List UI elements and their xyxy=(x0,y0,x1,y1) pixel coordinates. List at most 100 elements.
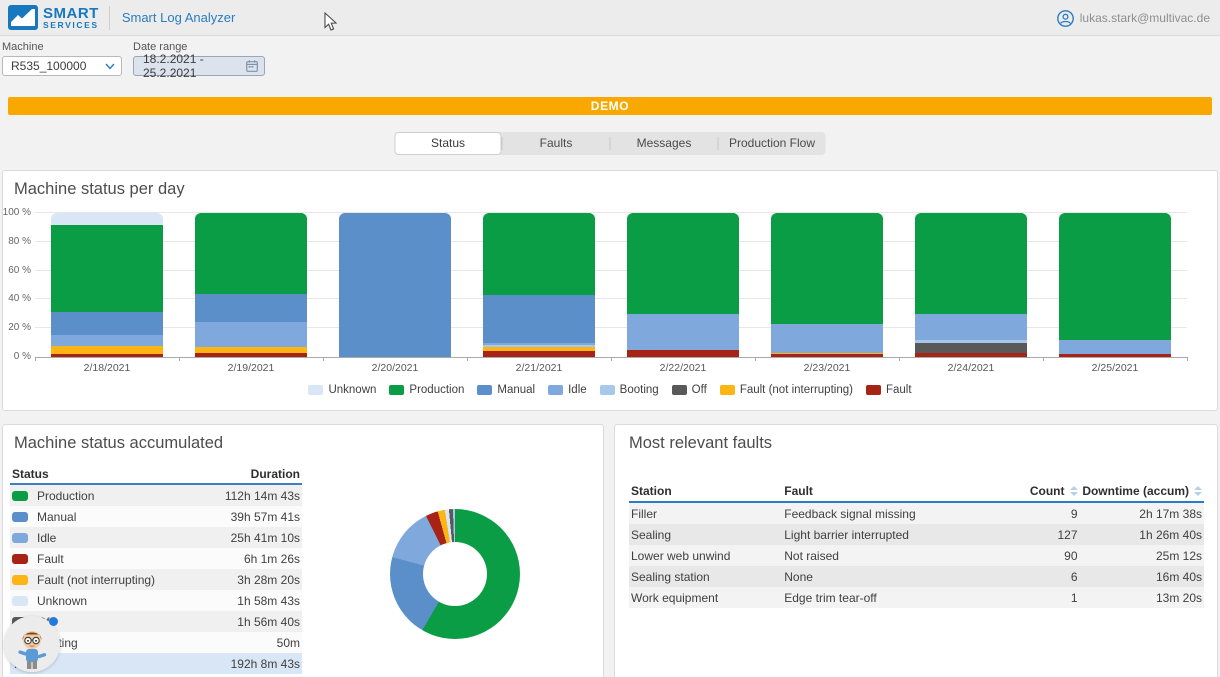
legend-label: Unknown xyxy=(328,384,376,396)
legend-item-Idle: Idle xyxy=(548,384,587,396)
bar-segment-Idle[interactable] xyxy=(627,314,739,350)
bar-segment-Idle[interactable] xyxy=(51,335,163,345)
bar-segment-Manual[interactable] xyxy=(195,294,307,323)
bar-segment-Production[interactable] xyxy=(627,213,739,314)
tab-production-flow[interactable]: Production Flow xyxy=(719,133,826,154)
fault-station: Lower web unwind xyxy=(629,549,784,563)
demo-banner: DEMO xyxy=(8,97,1212,115)
bar-segment-Production[interactable] xyxy=(1059,213,1171,340)
legend-swatch xyxy=(866,385,881,395)
tab-faults[interactable]: Faults xyxy=(503,133,610,154)
x-axis-tick xyxy=(467,357,468,361)
x-axis-labels: 2/18/20212/19/20212/20/20212/21/20212/22… xyxy=(35,362,1187,374)
fault-downtime: 16m 40s xyxy=(1078,570,1205,584)
machine-select[interactable]: R535_100000 xyxy=(2,56,122,76)
y-axis: 0 %20 %40 %60 %80 %100 % xyxy=(3,213,31,357)
bar-segment-Fault[interactable] xyxy=(627,350,739,357)
stacked-bar-plot xyxy=(35,213,1187,357)
x-axis-tick xyxy=(35,357,36,361)
status-donut-chart[interactable] xyxy=(390,509,520,639)
fault-count: 9 xyxy=(1014,507,1077,521)
fault-downtime: 2h 17m 38s xyxy=(1078,507,1205,521)
x-tick-label: 2/25/2021 xyxy=(1043,362,1187,374)
legend-swatch xyxy=(720,385,735,395)
fault-row-Lower web unwind: Lower web unwindNot raised9025m 12s xyxy=(629,545,1204,566)
bar-group-2/24/2021 xyxy=(899,213,1043,357)
bar-segment-Idle[interactable] xyxy=(195,322,307,346)
brand-logo[interactable]: SMART SERVICES xyxy=(8,5,99,30)
status-name: Manual xyxy=(37,510,76,524)
bar-segment-Fault[interactable] xyxy=(195,353,307,357)
status-duration: 50m xyxy=(277,636,302,650)
x-tick-label: 2/23/2021 xyxy=(755,362,899,374)
status-row-Manual: Manual39h 57m 41s xyxy=(10,506,302,527)
bar-segment-Production[interactable] xyxy=(915,213,1027,314)
status-name: Production xyxy=(37,489,94,503)
bar-group-2/19/2021 xyxy=(179,213,323,357)
y-tick-label: 0 % xyxy=(14,351,31,362)
station-column-header: Station xyxy=(629,484,784,498)
status-row-Fault: Fault6h 1m 26s xyxy=(10,548,302,569)
x-axis-tick xyxy=(1187,357,1188,361)
bar-group-2/25/2021 xyxy=(1043,213,1187,357)
count-column-header-sortable[interactable]: Count xyxy=(1014,484,1077,498)
brand-wordmark: SMART SERVICES xyxy=(43,6,99,30)
status-name: Fault (not interrupting) xyxy=(37,573,155,587)
bar-segment-Production[interactable] xyxy=(771,213,883,324)
status-swatch xyxy=(12,491,28,501)
status-swatch xyxy=(12,533,28,543)
bar-segment-Fault[interactable] xyxy=(51,354,163,357)
bar-segment-Off[interactable] xyxy=(915,343,1027,353)
bar-segment-Production[interactable] xyxy=(51,225,163,313)
legend-item-Off: Off xyxy=(672,384,707,396)
tab-messages[interactable]: Messages xyxy=(611,133,718,154)
status-duration: 6h 1m 26s xyxy=(244,552,302,566)
tab-status[interactable]: Status xyxy=(395,132,502,155)
fault-count: 6 xyxy=(1014,570,1077,584)
chatbot-assistant-button[interactable] xyxy=(4,616,60,672)
fault-count: 1 xyxy=(1014,591,1077,605)
bar-segment-Production[interactable] xyxy=(195,213,307,294)
bar-segment-Fault[interactable] xyxy=(771,354,883,357)
bar-segment-Idle[interactable] xyxy=(915,314,1027,340)
bar-group-2/20/2021 xyxy=(323,213,467,357)
date-range-input[interactable]: 18.2.2021 - 25.2.2021 xyxy=(133,56,265,76)
fault-station: Filler xyxy=(629,507,784,521)
smart-log-analyzer-app: SMART SERVICES Smart Log Analyzer lukas.… xyxy=(0,0,1220,677)
status-column-header: Status xyxy=(10,467,251,481)
view-tabs: Status Faults Messages Production Flow xyxy=(395,132,826,155)
bar-segment-Idle[interactable] xyxy=(1059,340,1171,354)
bar-segment-Manual[interactable] xyxy=(339,213,451,357)
chevron-down-icon xyxy=(105,63,115,70)
bar-segment-Manual[interactable] xyxy=(483,295,595,343)
x-axis-tick xyxy=(755,357,756,361)
user-account[interactable]: lukas.stark@multivac.de xyxy=(1057,0,1210,36)
x-axis-tick xyxy=(611,357,612,361)
app-title-link[interactable]: Smart Log Analyzer xyxy=(122,10,235,25)
faults-header-row: Station Fault Count Downtime (accum) xyxy=(629,481,1204,503)
fault-description: Light barrier interrupted xyxy=(784,528,1014,542)
machine-status-accumulated-card: Machine status accumulated Status Durati… xyxy=(2,424,604,677)
downtime-column-header-sortable[interactable]: Downtime (accum) xyxy=(1078,484,1205,498)
bar-segment-Production[interactable] xyxy=(483,213,595,295)
status-duration: 1h 58m 43s xyxy=(237,594,302,608)
faults-table: Station Fault Count Downtime (accum) Fil… xyxy=(629,481,1204,608)
legend-swatch xyxy=(548,385,563,395)
legend-swatch xyxy=(477,385,492,395)
legend-item-Booting: Booting xyxy=(600,384,659,396)
bar-segment-Fault[interactable] xyxy=(915,353,1027,357)
bar-segment-Unknown[interactable] xyxy=(51,213,163,225)
fault-row-Sealing station: Sealing stationNone616m 40s xyxy=(629,566,1204,587)
bar-group-2/23/2021 xyxy=(755,213,899,357)
bar-segment-Idle[interactable] xyxy=(771,324,883,353)
bar-segment-Fault[interactable] xyxy=(1059,354,1171,357)
legend-label: Fault xyxy=(886,384,912,396)
fault-downtime: 13m 20s xyxy=(1078,591,1205,605)
bar-segment-Fault[interactable] xyxy=(483,351,595,357)
legend-label: Idle xyxy=(568,384,587,396)
bar-segment-Manual[interactable] xyxy=(51,312,163,335)
bar-segment-Fault (not interrupting)[interactable] xyxy=(51,346,163,355)
user-email: lukas.stark@multivac.de xyxy=(1080,11,1210,25)
fault-count: 90 xyxy=(1014,549,1077,563)
machine-select-value: R535_100000 xyxy=(11,59,105,73)
